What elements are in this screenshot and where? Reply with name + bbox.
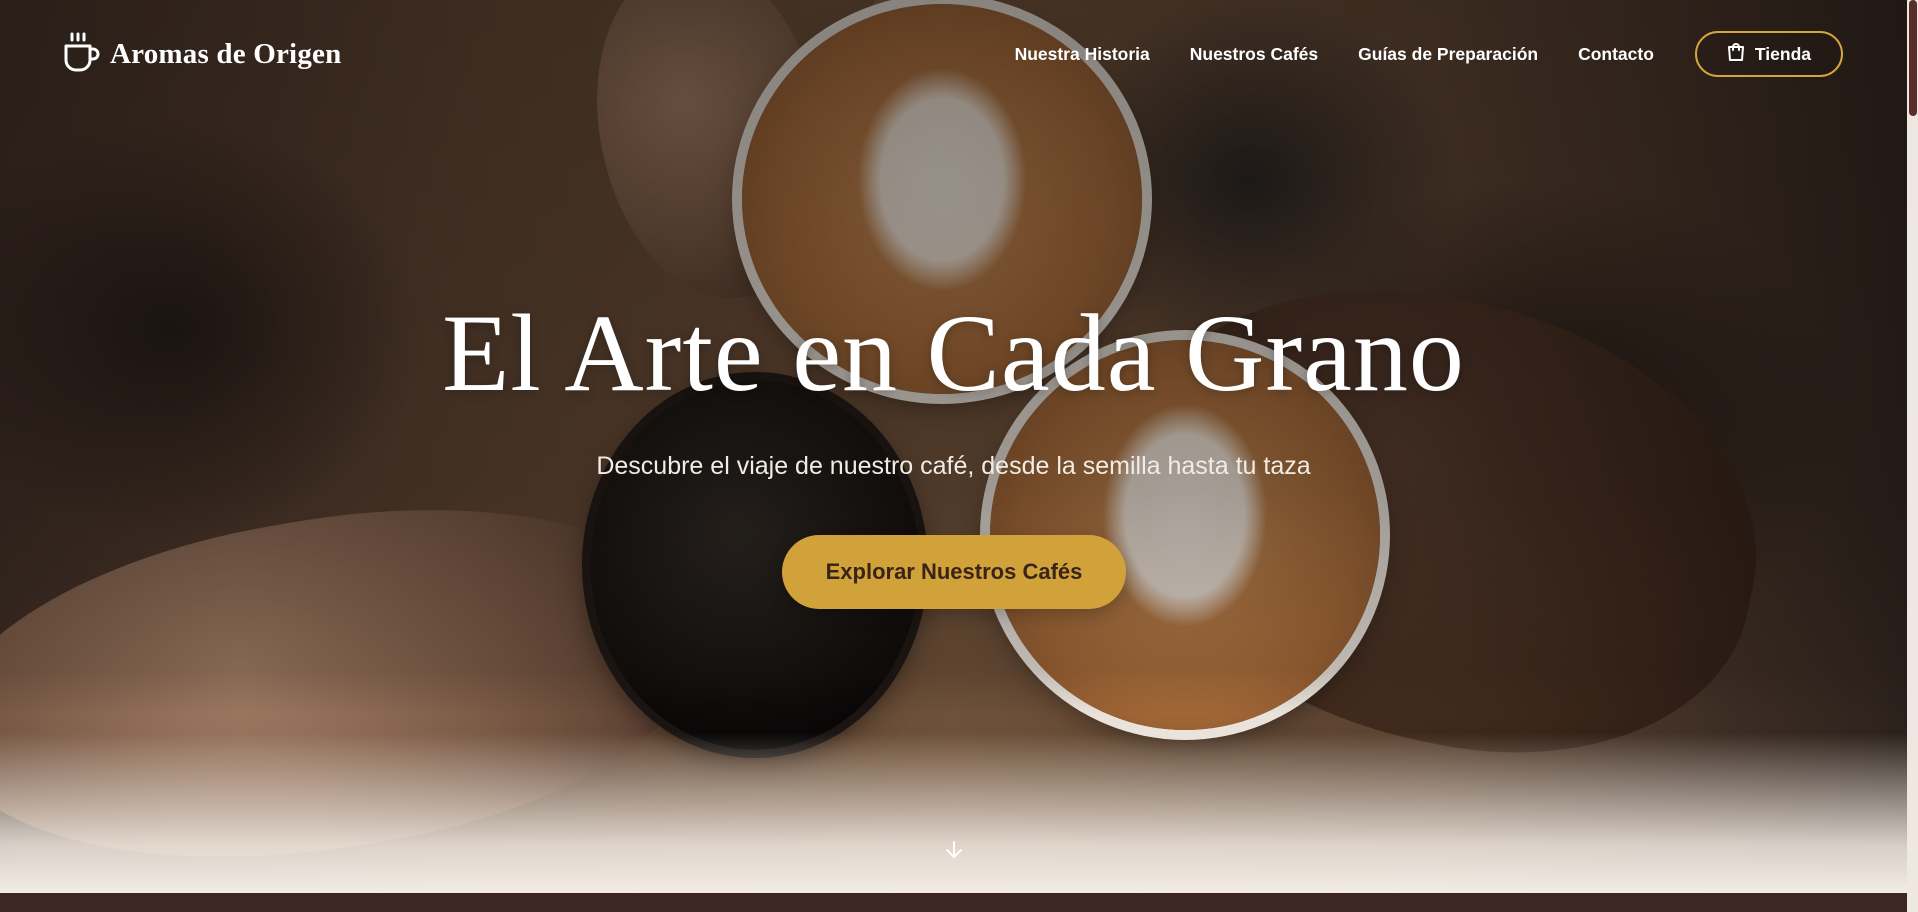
nav-link-nuestra-historia[interactable]: Nuestra Historia bbox=[1015, 44, 1150, 65]
page-scrollbar[interactable] bbox=[1907, 0, 1918, 912]
shopping-bag-icon bbox=[1727, 42, 1745, 67]
brand-name: Aromas de Origen bbox=[110, 37, 342, 70]
page: Aromas de Origen Nuestra Historia Nuestr… bbox=[0, 0, 1918, 912]
nav-link-contacto[interactable]: Contacto bbox=[1578, 44, 1654, 65]
shop-button-label: Tienda bbox=[1754, 43, 1811, 64]
next-section-edge bbox=[0, 893, 1907, 912]
site-header: Aromas de Origen Nuestra Historia Nuestr… bbox=[0, 0, 1907, 108]
nav-link-guias-de-preparacion[interactable]: Guías de Preparación bbox=[1358, 44, 1538, 65]
nav-link-nuestros-cafes[interactable]: Nuestros Cafés bbox=[1190, 44, 1318, 65]
main-nav: Nuestra Historia Nuestros Cafés Guías de… bbox=[1015, 31, 1843, 77]
brand-logo[interactable]: Aromas de Origen bbox=[62, 32, 341, 77]
shop-button[interactable]: Tienda bbox=[1694, 31, 1843, 77]
hero-section: Aromas de Origen Nuestra Historia Nuestr… bbox=[0, 0, 1907, 893]
page-scrollbar-thumb[interactable] bbox=[1909, 0, 1917, 116]
scroll-down-button[interactable] bbox=[940, 838, 968, 866]
arrow-down-icon bbox=[942, 838, 966, 867]
hero-subtitle: Descubre el viaje de nuestro café, desde… bbox=[596, 452, 1311, 480]
hero-title: El Arte en Cada Grano bbox=[442, 292, 1465, 414]
coffee-cup-icon bbox=[62, 32, 100, 77]
hero-bottom-fade bbox=[0, 733, 1907, 893]
explore-coffees-button[interactable]: Explorar Nuestros Cafés bbox=[782, 535, 1126, 609]
